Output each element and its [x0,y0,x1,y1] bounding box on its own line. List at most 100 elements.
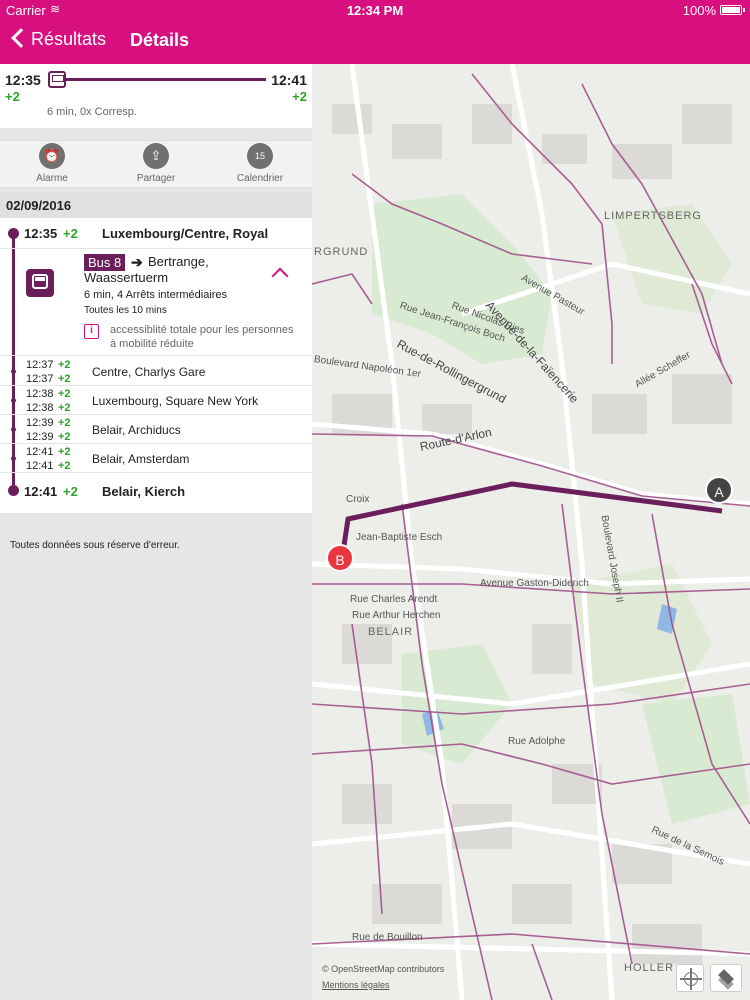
departure-time: 12:37 [26,373,54,385]
street-label-bouillon: Rue de Bouillon [352,932,423,943]
arrival-delay: +2 [58,417,71,429]
street-label-esch: Jean-Baptiste Esch [356,532,443,543]
locate-me-button[interactable] [676,964,704,992]
legal-notice-link[interactable]: Mentions légales [322,980,390,990]
accessibility-note: accessiblité totale pour les personnes à… [110,324,294,350]
street-label-charles-arendt: Rue Charles Arendt [350,594,438,605]
departure-delay: +2 [58,373,71,385]
disclaimer: Toutes données sous réserve d'erreur. [10,540,180,551]
intermediate-stop-row[interactable]: 12:38 +2 12:38 +2 Luxembourg, Square New… [0,386,312,415]
route-map[interactable]: LIMPERTSBERG RGRUND BELAIR HOLLER Avenue… [312,64,750,1000]
bus-icon [26,269,54,297]
summary-arrival-delay: +2 [292,89,307,104]
stop-dot [11,369,16,374]
back-button[interactable]: Résultats [10,28,107,50]
map-layers-button[interactable] [710,964,742,992]
arrival-delay: +2 [58,446,71,458]
arrival-delay: +2 [58,359,71,371]
summary-departure-time: 12:35 [5,72,41,88]
navigation-bar: Résultats Détails [0,20,750,64]
departure-time: 12:39 [26,431,54,443]
bus-icon [48,71,66,88]
end-stop-dot [8,485,19,496]
alarm-clock-icon: ⏰ [39,143,65,169]
departure-time: 12:41 [26,460,54,472]
start-stop-name: Luxembourg/Centre, Royal [102,226,269,241]
share-label: Partager [136,173,176,184]
district-label-holler: HOLLER [624,962,675,974]
stop-dot [11,456,16,461]
arrival-time: 12:37 [26,359,54,371]
arrival-time: 12:41 [26,446,54,458]
app-root: Carrier ≋ 12:34 PM 100% Résultats Détail… [0,0,750,1000]
departure-delay: +2 [58,431,71,443]
journey-timeline: 12:35 +2 Luxembourg/Centre, Royal Bertra… [0,218,312,513]
intermediate-stop-row[interactable]: 12:41 +2 12:41 +2 Belair, Amsterdam [0,444,312,473]
destination-marker[interactable]: B [326,544,354,572]
share-icon: ⇪ [143,143,169,169]
departure-delay: +2 [58,402,71,414]
summary-arrival-time: 12:41 [271,72,307,88]
street-label-croix: Croix [346,494,370,505]
start-stop-row[interactable]: 12:35 +2 Luxembourg/Centre, Royal [0,218,312,248]
status-bar: Carrier ≋ 12:34 PM 100% [0,0,750,20]
district-label-grund: RGRUND [314,246,369,258]
info-icon: i [84,324,99,339]
battery-percent: 100% [682,3,716,18]
bus-leg-card[interactable]: Bertrange, Waassertuerm Bus 8 ➔ 6 min, 4… [0,248,312,356]
start-time: 12:35 [24,226,58,241]
calendar-button[interactable]: 15 Calendrier [220,143,300,184]
intermediate-stop-row[interactable]: 12:39 +2 12:39 +2 Belair, Archiducs [0,415,312,444]
end-stop-row[interactable]: 12:41 +2 Belair, Kierch [0,474,312,510]
summary-departure-delay: +2 [5,89,20,104]
bus-line-badge: Bus 8 [84,254,126,271]
back-label: Résultats [31,29,107,49]
action-bar: ⏰ Alarme ⇪ Partager 15 Calendrier [0,140,312,188]
trip-summary[interactable]: 12:35 +2 12:41 +2 6 min, 0x Corresp. [0,64,312,128]
stop-name: Belair, Archiducs [92,423,181,437]
stop-name: Belair, Amsterdam [92,452,190,466]
alarm-button[interactable]: ⏰ Alarme [12,143,92,184]
alarm-label: Alarme [36,173,68,184]
district-label-limpertsberg: LIMPERTSBERG [604,210,702,222]
bus-frequency: Toutes les 10 mins [84,305,167,316]
intermediate-stop-row[interactable]: 12:37 +2 12:37 +2 Centre, Charlys Gare [0,357,312,386]
start-stop-dot [8,228,19,239]
stop-dot [11,398,16,403]
top-bar: Carrier ≋ 12:34 PM 100% Résultats Détail… [0,0,750,64]
crosshair-v [690,968,692,990]
calendar-label: Calendrier [236,173,284,184]
collapse-chevron-up-icon[interactable] [272,265,288,281]
calendar-icon: 15 [247,143,273,169]
street-label-arthur-herchen: Rue Arthur Herchen [352,610,441,621]
journey-date: 02/09/2016 [0,192,312,218]
start-delay: +2 [63,226,78,241]
details-panel: 12:35 +2 12:41 +2 6 min, 0x Corresp. ⏰ A… [0,64,312,1000]
summary-info: 6 min, 0x Corresp. [47,106,137,118]
page-title: Détails [130,30,190,50]
arrow-right-icon: ➔ [131,254,143,270]
end-stop-name: Belair, Kierch [102,484,186,499]
status-time: 12:34 PM [346,3,404,18]
stop-name: Luxembourg, Square New York [92,394,259,408]
departure-time: 12:38 [26,402,54,414]
stop-dot [11,427,16,432]
battery-tip [743,8,745,12]
end-time: 12:41 [24,484,58,499]
share-button[interactable]: ⇪ Partager [116,143,196,184]
arrival-time: 12:38 [26,388,54,400]
map-attribution: © OpenStreetMap contributors [322,964,445,974]
arrival-time: 12:39 [26,417,54,429]
street-label-adolphe: Rue Adolphe [508,736,566,747]
start-marker[interactable]: A [705,476,733,504]
arrival-delay: +2 [58,388,71,400]
district-label-belair: BELAIR [368,626,414,638]
departure-delay: +2 [58,460,71,472]
summary-route-line [66,78,266,81]
end-delay: +2 [63,484,78,499]
street-label-gaston-diderich: Avenue Gaston-Diderich [480,578,589,589]
stop-name: Centre, Charlys Gare [92,365,206,379]
chevron-left-icon [11,28,31,48]
bus-leg-info: 6 min, 4 Arrêts intermédiaires [84,289,228,301]
battery-icon [720,5,742,15]
